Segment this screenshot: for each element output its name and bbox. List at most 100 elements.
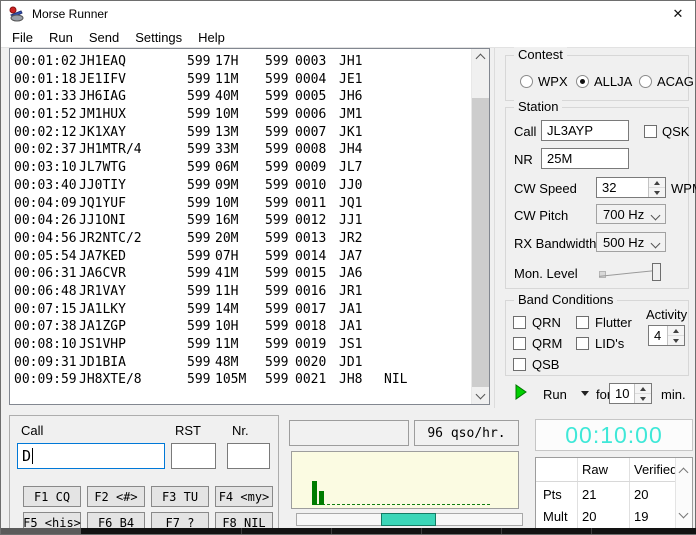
- qso-rst-received: 599: [265, 142, 289, 158]
- qrn-label: QRN: [532, 315, 561, 330]
- menu-item[interactable]: Run: [41, 30, 81, 45]
- function-key-button[interactable]: F3 TU: [151, 486, 209, 507]
- qsk-checkbox[interactable]: QSK: [644, 124, 689, 139]
- qso-note: [384, 212, 472, 230]
- log-scrollbar[interactable]: [471, 49, 489, 404]
- rx-bandwidth-dropdown[interactable]: 500 Hz: [596, 232, 666, 252]
- spinner-arrows[interactable]: [634, 384, 651, 403]
- qso-number-received: 0007: [295, 124, 327, 140]
- run-dropdown-icon[interactable]: [581, 391, 589, 396]
- radio-selected-icon[interactable]: [576, 75, 589, 88]
- spinner-arrows[interactable]: [648, 178, 665, 197]
- radio-icon[interactable]: [520, 75, 533, 88]
- qsb-checkbox[interactable]: QSB: [513, 357, 559, 372]
- checkbox-icon[interactable]: [513, 337, 526, 350]
- qso-rst-received: 599: [265, 195, 289, 211]
- scrollbar-thumb[interactable]: [472, 98, 489, 387]
- checkbox-icon[interactable]: [513, 358, 526, 371]
- qrn-checkbox[interactable]: QRN: [513, 315, 561, 330]
- qso-rst-sent: 599: [187, 213, 211, 229]
- duration-spinner[interactable]: 10: [609, 383, 652, 404]
- qso-prefix: JQ1: [339, 195, 363, 211]
- radio-acag-label: ACAG: [657, 74, 694, 89]
- qso-note: [384, 318, 472, 336]
- spin-down-icon[interactable]: [649, 188, 665, 197]
- menu-item[interactable]: Settings: [127, 30, 190, 45]
- qso-rst-received: 599: [265, 213, 289, 229]
- run-button[interactable]: Run: [543, 387, 567, 402]
- qso-note: [384, 159, 472, 177]
- call-input-value: D: [22, 447, 32, 465]
- activity-spinner[interactable]: 4: [648, 325, 685, 346]
- qso-log-panel: 00:01:02 JH1EAQ 599 17H 599 0003 JH1 00:…: [9, 48, 490, 405]
- qso-number-received: 0008: [295, 142, 327, 158]
- checkbox-icon[interactable]: [576, 337, 589, 350]
- qso-rst-sent: 599: [187, 142, 211, 158]
- qso-rst-received: 599: [265, 354, 289, 370]
- scroll-up-icon[interactable]: [472, 49, 489, 65]
- radio-allja[interactable]: ALLJA: [576, 74, 632, 89]
- nr-label: NR: [514, 152, 533, 167]
- qso-note: [384, 265, 472, 283]
- qso-exchange-sent: 14M: [215, 301, 239, 317]
- qso-note: [384, 177, 472, 195]
- spin-up-icon[interactable]: [649, 178, 665, 188]
- menu-item[interactable]: File: [4, 30, 41, 45]
- qso-time: 00:01:18: [14, 71, 77, 87]
- nr-input[interactable]: [227, 443, 270, 469]
- lids-checkbox[interactable]: LID's: [576, 336, 624, 351]
- qso-number-received: 0006: [295, 107, 327, 123]
- score-scrollbar[interactable]: [675, 458, 692, 533]
- radio-allja-label: ALLJA: [594, 74, 633, 89]
- slider-thumb[interactable]: [652, 263, 661, 281]
- radio-icon[interactable]: [639, 75, 652, 88]
- scroll-down-icon[interactable]: [472, 388, 489, 404]
- close-icon[interactable]: ✕: [663, 1, 693, 27]
- morse-runner-window: Morse Runner ✕ File Run Send Settings Help 0…: [0, 0, 696, 535]
- qso-prefix: JR1: [339, 283, 363, 299]
- station-group-title: Station: [514, 99, 563, 114]
- score-row-mult: Mult 20 19: [536, 506, 676, 528]
- menu-item[interactable]: Help: [190, 30, 233, 45]
- checkbox-icon[interactable]: [644, 125, 657, 138]
- qso-note: [384, 88, 472, 106]
- spin-down-icon[interactable]: [668, 336, 684, 345]
- spinner-arrows[interactable]: [667, 326, 684, 345]
- station-call-input[interactable]: JL3AYP: [541, 120, 629, 141]
- qso-number-received: 0011: [295, 195, 327, 211]
- log-row: 00:03:10 JL7WTG 599 06M 599 0009 JL7: [14, 159, 472, 177]
- function-key-button[interactable]: F1 CQ: [23, 486, 81, 507]
- function-key-button[interactable]: F2 <#>: [87, 486, 145, 507]
- log-row: 00:04:56 JR2NTC/2 599 20M 599 0013 JR2: [14, 230, 472, 248]
- qso-rst-sent: 599: [187, 124, 211, 140]
- scroll-up-icon[interactable]: [678, 467, 689, 478]
- qso-callsign: JL7WTG: [79, 160, 126, 176]
- function-key-button[interactable]: F4 <my>: [215, 486, 273, 507]
- rst-input[interactable]: [171, 443, 216, 469]
- checkbox-icon[interactable]: [513, 316, 526, 329]
- scroll-down-icon[interactable]: [678, 508, 689, 519]
- qso-note: [384, 71, 472, 89]
- qrm-checkbox[interactable]: QRM: [513, 336, 562, 351]
- play-icon[interactable]: [515, 384, 527, 400]
- station-nr-input[interactable]: 25M: [541, 148, 629, 169]
- spin-down-icon[interactable]: [635, 394, 651, 403]
- cw-speed-spinner[interactable]: 32: [596, 177, 666, 198]
- cw-pitch-dropdown[interactable]: 700 Hz: [596, 204, 666, 224]
- score-col-verified: Verified: [634, 462, 678, 477]
- qso-rst-received: 599: [265, 89, 289, 105]
- qso-number-received: 0014: [295, 248, 327, 264]
- frequency-scrollbar[interactable]: [296, 513, 523, 526]
- qso-rst-sent: 599: [187, 372, 211, 388]
- checkbox-icon[interactable]: [576, 316, 589, 329]
- call-input[interactable]: D: [17, 443, 165, 469]
- qso-prefix: JH4: [339, 142, 363, 158]
- flutter-checkbox[interactable]: Flutter: [576, 315, 632, 330]
- qso-time: 00:01:33: [14, 89, 77, 105]
- spin-up-icon[interactable]: [668, 326, 684, 336]
- radio-wpx[interactable]: WPX: [520, 74, 568, 89]
- menu-item[interactable]: Send: [81, 30, 127, 45]
- frequency-thumb[interactable]: [381, 513, 436, 526]
- spin-up-icon[interactable]: [635, 384, 651, 394]
- radio-acag[interactable]: ACAG: [639, 74, 694, 89]
